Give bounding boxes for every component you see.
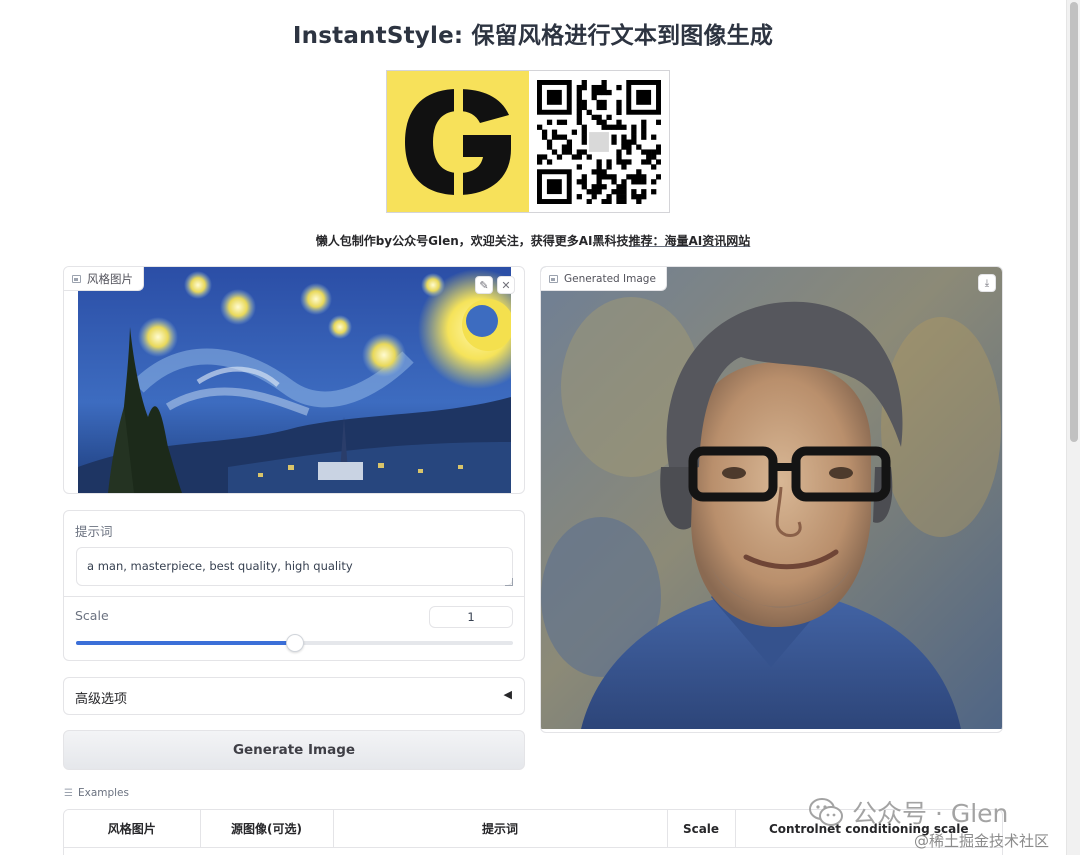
byline-text: 懒人包制作by公众号Glen，欢迎关注，获得更多AI黑科技 (315, 234, 629, 248)
generated-image-label: Generated Image (541, 267, 667, 291)
scale-slider[interactable] (76, 634, 513, 652)
download-icon: ⤓ (984, 277, 990, 289)
advanced-options-label: 高级选项 (75, 692, 128, 707)
page-title: InstantStyle: 保留风格进行文本到图像生成 (292, 23, 774, 49)
wechat-icon (809, 798, 843, 826)
page-scrollbar[interactable] (1066, 0, 1080, 855)
style-image-label-text: 风格图片 (87, 271, 133, 286)
watermark-text: 公众号 · Glen (852, 799, 1009, 828)
recommend-link[interactable]: 推荐：海量AI资讯网站 (629, 234, 751, 248)
close-icon: ✕ (501, 278, 511, 292)
style-image-upload[interactable]: 风格图片 ✎ ✕ (63, 266, 525, 494)
starry-night-image (78, 267, 511, 493)
prompt-textarea[interactable]: a man, masterpiece, best quality, high q… (76, 547, 513, 586)
scale-label: Scale (75, 608, 109, 623)
generated-portrait-image (541, 267, 1002, 729)
advanced-options-accordion[interactable]: 高级选项 ◀ (63, 677, 525, 715)
edit-button[interactable]: ✎ (475, 276, 493, 294)
byline: 懒人包制作by公众号Glen，欢迎关注，获得更多AI黑科技推荐：海量AI资讯网站 (0, 232, 1066, 249)
scrollbar-thumb[interactable] (1070, 2, 1078, 442)
column-header[interactable]: 风格图片 (64, 810, 201, 848)
generate-image-button[interactable]: Generate Image (63, 730, 525, 770)
column-header[interactable]: Scale (667, 810, 736, 848)
divider (64, 596, 524, 597)
style-image-label: 风格图片 (64, 267, 144, 291)
banner-image (386, 70, 670, 213)
image-icon (72, 274, 81, 283)
wechat-watermark: 公众号 · Glen (808, 794, 1008, 830)
glen-logo (387, 71, 529, 212)
download-button[interactable]: ⤓ (978, 274, 996, 292)
scale-number-input[interactable]: 1 (429, 606, 513, 628)
prompt-scale-panel: 提示词 a man, masterpiece, best quality, hi… (63, 510, 525, 661)
generated-image-label-text: Generated Image (564, 272, 656, 285)
slider-thumb[interactable] (285, 634, 304, 652)
image-icon (549, 274, 558, 283)
clear-button[interactable]: ✕ (497, 276, 515, 294)
gradio-app: InstantStyle: 保留风格进行文本到图像生成 懒人包制作by公众号Gl… (0, 0, 1066, 855)
examples-label: Examples (77, 787, 129, 799)
prompt-label: 提示词 (75, 524, 113, 539)
list-icon: ☰ (64, 787, 73, 799)
site-watermark: @稀土掘金技术社区 (914, 832, 1050, 850)
slider-fill (76, 641, 295, 645)
column-header[interactable]: 源图像(可选) (200, 810, 334, 848)
pencil-icon: ✎ (479, 278, 489, 292)
examples-heading: ☰ Examples (64, 787, 129, 799)
generated-image-output: Generated Image ⤓ (540, 266, 1003, 733)
resize-handle-icon[interactable] (505, 578, 513, 586)
qr-code (528, 71, 669, 212)
triangle-left-icon: ◀ (503, 688, 512, 701)
column-header[interactable]: 提示词 (333, 810, 668, 848)
